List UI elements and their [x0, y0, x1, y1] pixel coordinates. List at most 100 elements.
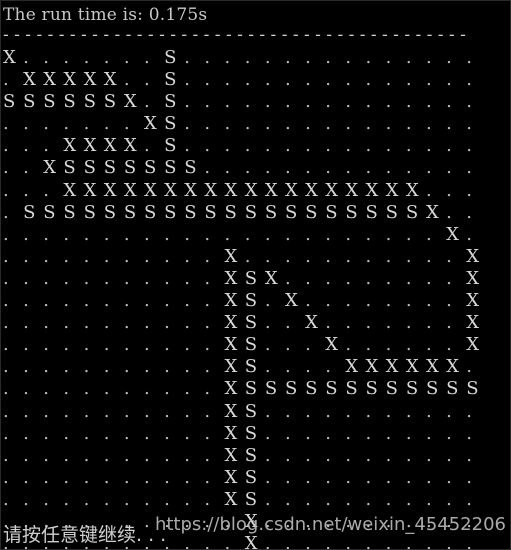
- grid-cell-empty: .: [305, 267, 311, 289]
- grid-cell-path: S: [365, 201, 378, 223]
- grid-cell-empty: .: [3, 201, 9, 223]
- grid-cell-empty: .: [365, 444, 372, 466]
- grid-cell-empty: .: [264, 113, 271, 135]
- grid-cell-empty: .: [103, 334, 110, 356]
- grid-cell-empty: .: [446, 135, 452, 157]
- grid-cell-empty: .: [3, 245, 9, 267]
- grid-cell-empty: .: [83, 113, 90, 135]
- grid-cell-empty: .: [244, 135, 251, 157]
- grid-cell-path: S: [123, 157, 137, 179]
- grid-cell-empty: .: [103, 290, 110, 312]
- grid-cell-path: S: [43, 201, 56, 223]
- grid-cell-empty: .: [305, 223, 311, 245]
- grid-cell-empty: .: [164, 356, 170, 378]
- grid-cell-empty: .: [43, 400, 50, 422]
- grid-cell-empty: .: [43, 135, 50, 157]
- grid-cell-empty: .: [23, 135, 29, 157]
- grid-cell-empty: .: [204, 157, 211, 179]
- grid-cell-wall: X: [63, 135, 77, 157]
- grid-cell-empty: .: [425, 422, 432, 444]
- grid-cell-empty: .: [466, 444, 472, 466]
- grid-cell-path: S: [164, 91, 177, 113]
- grid-cell-empty: .: [143, 267, 150, 289]
- grid-cell-empty: .: [123, 400, 130, 422]
- grid-cell-empty: .: [365, 267, 372, 289]
- grid-row: .XXXXX..S...............: [3, 69, 486, 91]
- grid-cell-empty: .: [184, 422, 190, 444]
- run-time-line: The run time is: 0.175s: [3, 5, 208, 25]
- grid-cell-wall: X: [224, 444, 238, 466]
- grid-cell-empty: .: [466, 135, 472, 157]
- press-any-key-prompt: 请按任意键继续. . .: [3, 524, 167, 546]
- grid-cell-empty: .: [466, 356, 472, 378]
- grid-cell-path: S: [425, 378, 439, 400]
- grid-cell-empty: .: [264, 245, 271, 267]
- grid-cell-path: S: [244, 422, 258, 444]
- grid-cell-empty: .: [23, 245, 29, 267]
- grid-cell-empty: .: [184, 135, 190, 157]
- grid-cell-empty: .: [43, 47, 50, 68]
- grid-cell-empty: .: [63, 113, 70, 135]
- grid-cell-empty: .: [365, 245, 372, 267]
- grid-cell-wall: X: [224, 356, 238, 378]
- grid-cell-path: S: [3, 91, 16, 113]
- grid-cell-wall: X: [425, 356, 439, 378]
- grid-cell-empty: .: [143, 422, 150, 444]
- grid-cell-empty: .: [23, 444, 29, 466]
- grid-cell-path: S: [345, 378, 358, 400]
- grid-cell-empty: .: [23, 466, 29, 488]
- grid-cell-empty: .: [405, 47, 412, 68]
- grid-cell-empty: .: [446, 466, 452, 488]
- grid-cell-wall: X: [385, 179, 399, 201]
- grid-cell-wall: X: [224, 466, 238, 488]
- grid-cell-empty: .: [103, 466, 110, 488]
- grid-cell-empty: .: [446, 91, 452, 113]
- grid-cell-wall: X: [224, 267, 238, 289]
- grid-cell-wall: X: [224, 488, 238, 510]
- grid-cell-empty: .: [284, 157, 291, 179]
- grid-cell-path: S: [23, 91, 36, 113]
- grid-cell-empty: .: [43, 113, 50, 135]
- grid-cell-empty: .: [325, 444, 331, 466]
- grid-cell-empty: .: [204, 466, 211, 488]
- grid-cell-wall: X: [466, 267, 480, 289]
- grid-cell-empty: .: [446, 179, 452, 201]
- grid-cell-empty: .: [204, 113, 211, 135]
- grid-cell-empty: .: [345, 400, 352, 422]
- grid-cell-wall: X: [63, 179, 77, 201]
- grid-cell-empty: .: [63, 488, 70, 510]
- grid-cell-empty: .: [284, 356, 291, 378]
- grid-cell-empty: .: [184, 290, 190, 312]
- grid-cell-empty: .: [103, 378, 110, 400]
- grid-row: ...........XS...X......X: [3, 334, 486, 356]
- grid-cell-empty: .: [63, 356, 70, 378]
- grid-cell-empty: .: [365, 466, 372, 488]
- grid-cell-empty: .: [305, 466, 311, 488]
- grid-cell-empty: .: [143, 334, 150, 356]
- grid-cell-path: S: [164, 157, 177, 179]
- grid-cell-empty: .: [405, 444, 412, 466]
- grid-cell-empty: .: [446, 334, 452, 356]
- grid-cell-path: S: [184, 201, 197, 223]
- grid-cell-empty: .: [264, 400, 271, 422]
- grid-cell-path: S: [83, 201, 96, 223]
- grid-cell-empty: .: [365, 334, 372, 356]
- grid-cell-empty: .: [123, 245, 130, 267]
- grid-cell-empty: .: [204, 378, 211, 400]
- grid-cell-empty: .: [305, 422, 311, 444]
- grid-cell-empty: .: [143, 466, 150, 488]
- grid-cell-path: S: [385, 378, 399, 400]
- grid-cell-path: S: [244, 290, 258, 312]
- grid-cell-empty: .: [3, 290, 9, 312]
- grid-cell-empty: .: [43, 488, 50, 510]
- grid-cell-path: S: [204, 201, 217, 223]
- grid-cell-path: S: [244, 334, 258, 356]
- grid-cell-empty: .: [83, 223, 90, 245]
- grid-row: ...XXXXXXXXXXXXXXXXXX...: [3, 180, 486, 202]
- grid-cell-empty: .: [164, 245, 170, 267]
- grid-cell-empty: .: [345, 47, 352, 68]
- grid-cell-empty: .: [425, 466, 432, 488]
- grid-cell-path: S: [23, 201, 36, 223]
- grid-row: ...................... X.: [3, 224, 486, 246]
- grid-cell-empty: .: [365, 422, 372, 444]
